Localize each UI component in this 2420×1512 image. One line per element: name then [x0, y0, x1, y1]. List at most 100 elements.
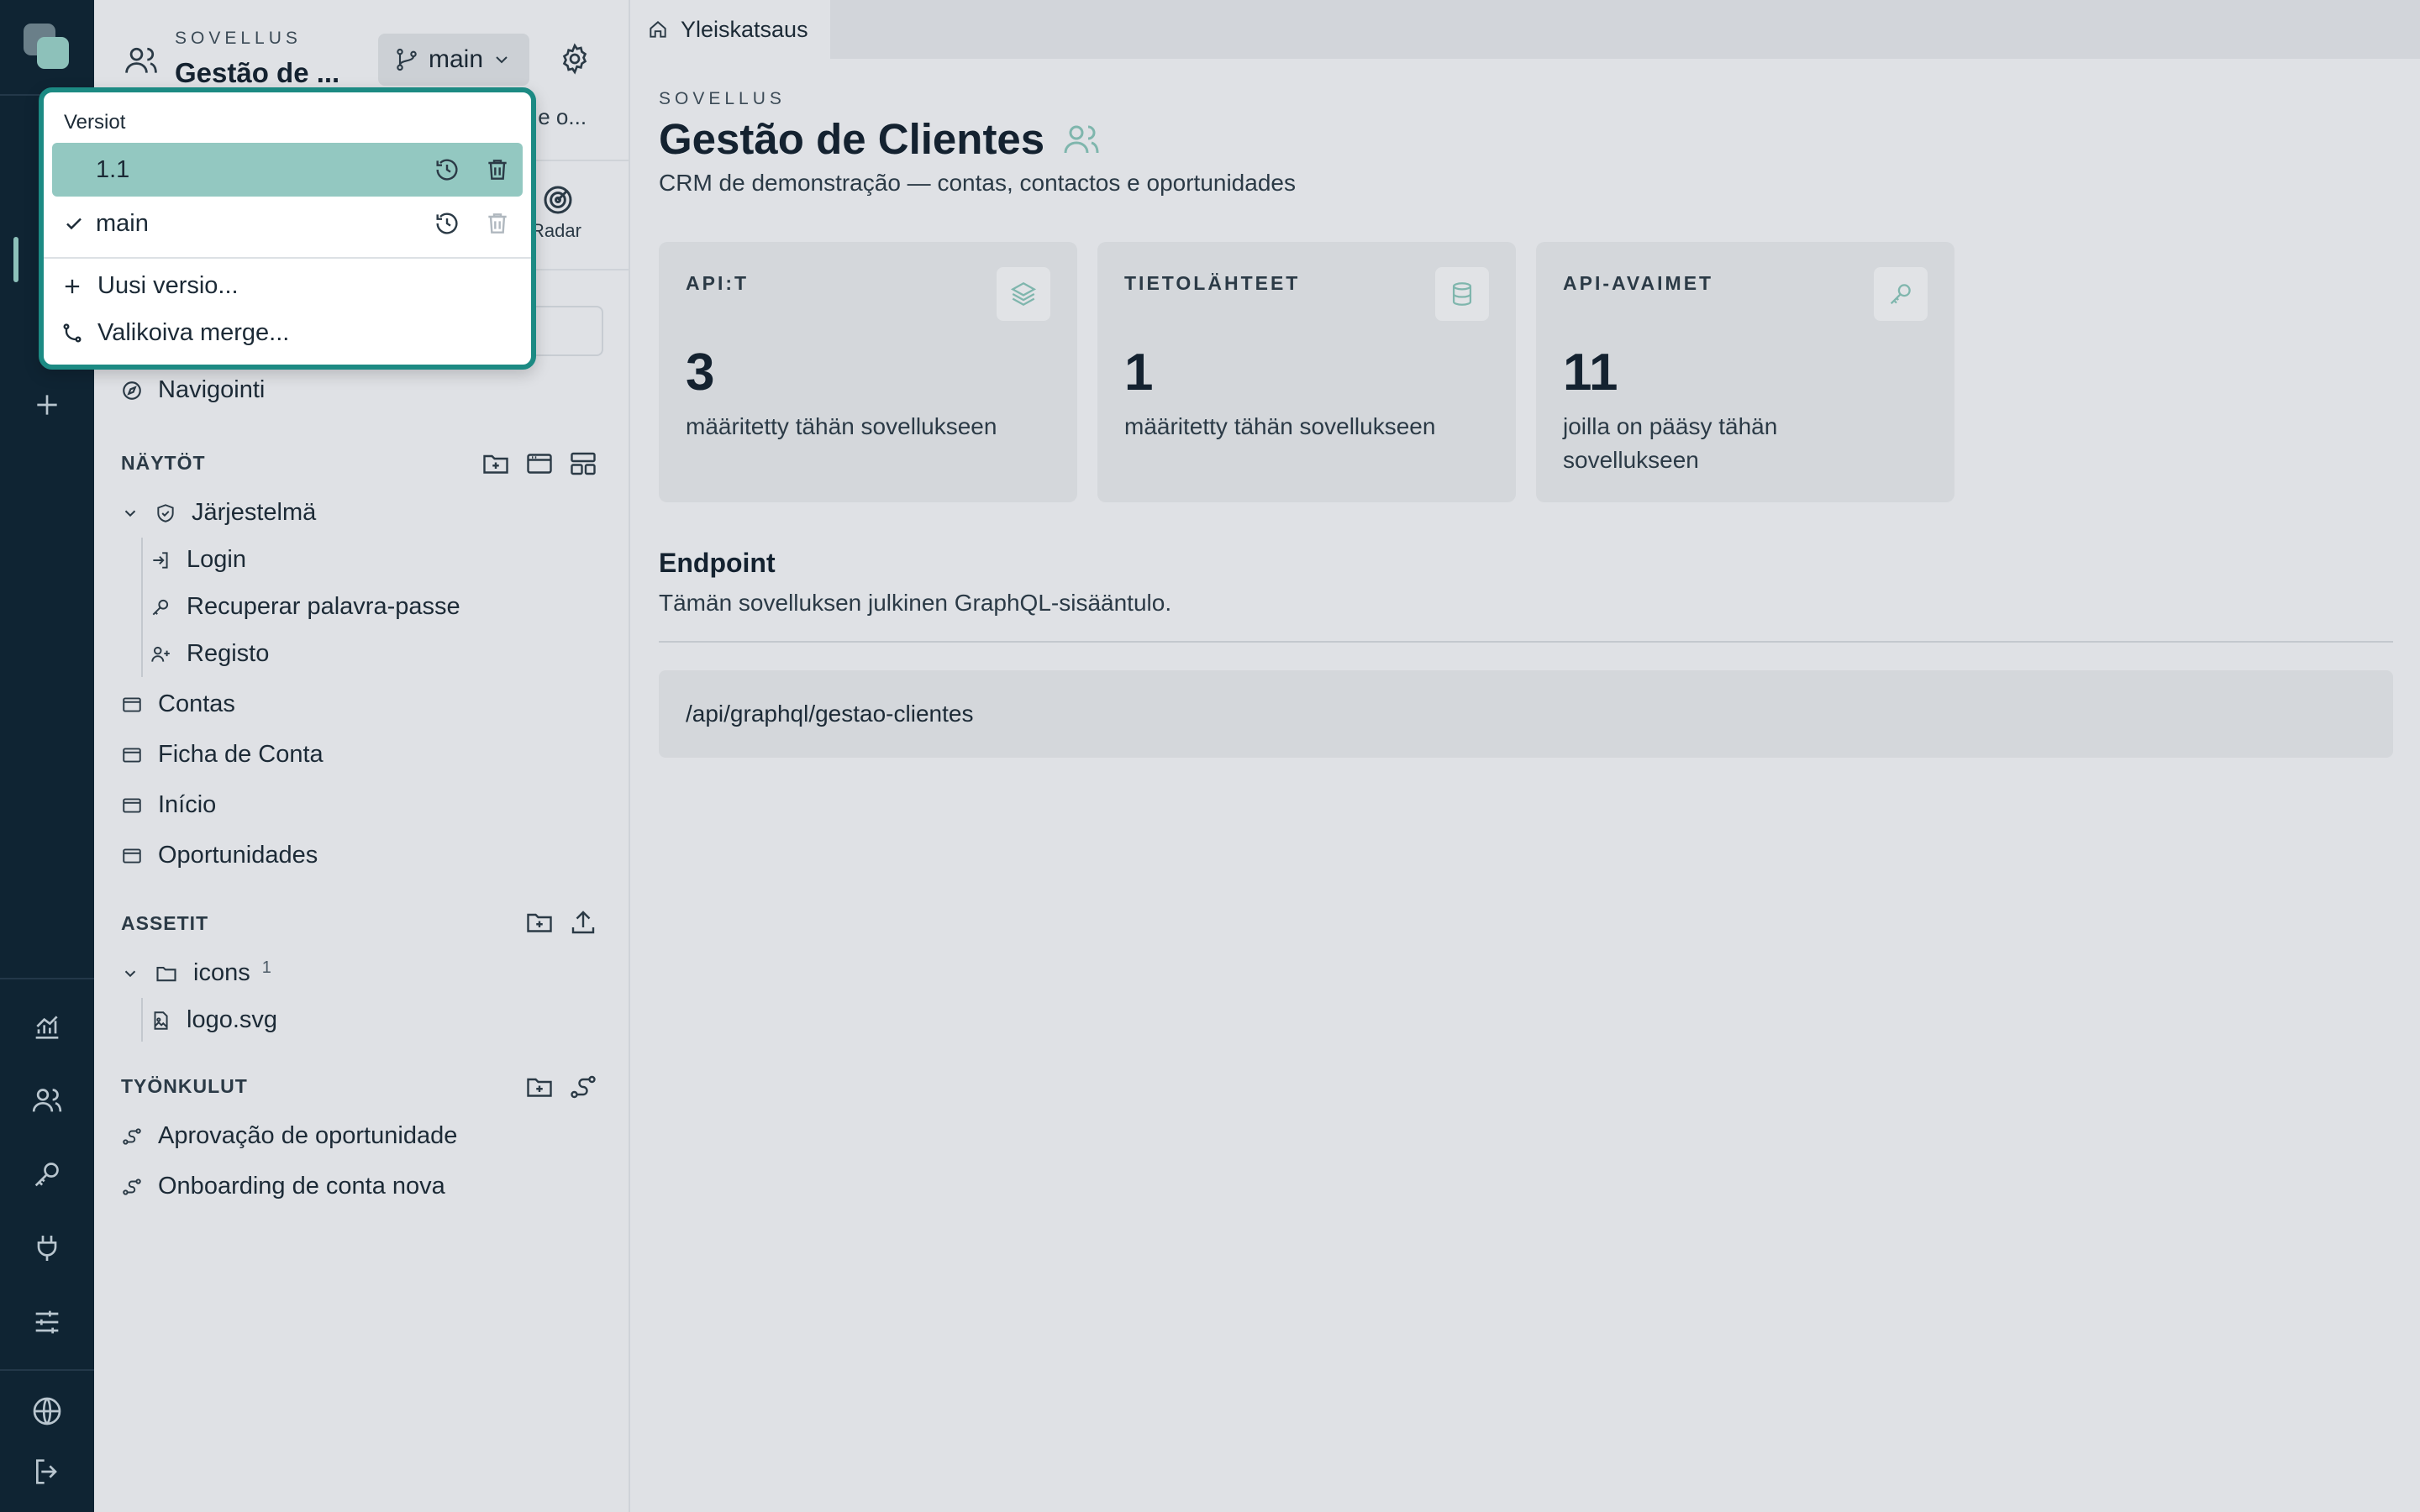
app-window-icon	[123, 848, 141, 864]
app-window-icon	[123, 797, 141, 813]
branch-selector-button[interactable]: main	[378, 34, 529, 86]
selective-merge-button[interactable]: Valikoiva merge...	[60, 319, 289, 347]
endpoint-description: Tämän sovelluksen julkinen GraphQL-sisää…	[659, 590, 1172, 616]
folder-icon	[156, 966, 176, 981]
tree-guide-line	[141, 538, 143, 677]
users-icon[interactable]	[30, 1084, 64, 1117]
shield-check-icon	[157, 503, 174, 522]
tree-guide-line	[141, 998, 143, 1042]
page-overline: SOVELLUS	[659, 89, 786, 108]
stat-card-datasources[interactable]: TIETOLÄHTEET 1 määritetty tähän sovelluk…	[1097, 242, 1516, 502]
key-icon	[152, 599, 169, 615]
stat-card-apis[interactable]: API:T 3 määritetty tähän sovellukseen	[659, 242, 1077, 502]
users-icon	[1064, 125, 1099, 153]
chevron-down-icon	[124, 510, 136, 517]
chevron-down-icon	[124, 970, 136, 977]
view-item-registo[interactable]: Registo	[150, 640, 269, 668]
git-branch-icon	[397, 48, 417, 71]
app-users-icon	[123, 42, 160, 79]
app-window-icon	[123, 696, 141, 712]
page-title: Gestão de Clientes	[659, 114, 1102, 164]
check-icon	[66, 218, 82, 230]
radar-icon[interactable]	[541, 183, 575, 217]
card-value: 11	[1563, 344, 1618, 402]
view-item-login[interactable]: Login	[150, 546, 246, 574]
plus-icon	[65, 279, 80, 293]
version-item-1-1[interactable]: 1.1	[52, 143, 523, 197]
dropdown-divider	[44, 257, 531, 259]
workflow-icon	[123, 1178, 141, 1195]
view-item-oportunidades[interactable]: Oportunidades	[121, 842, 318, 869]
rail-divider	[0, 1369, 94, 1371]
card-subtext: joilla on pääsy tähän sovellukseen	[1563, 413, 1778, 473]
chevron-down-icon	[496, 56, 508, 64]
card-value: 3	[686, 344, 715, 402]
card-value: 1	[1124, 344, 1154, 402]
endpoint-title: Endpoint	[659, 548, 776, 578]
new-folder-icon[interactable]	[524, 907, 555, 937]
sidebar-app-title: Gestão de ...	[175, 57, 340, 88]
trash-icon[interactable]	[484, 156, 511, 183]
workflows-section-heading: TYÖNKULUT	[121, 1075, 248, 1097]
view-item-contas[interactable]: Contas	[121, 690, 235, 718]
home-icon	[650, 21, 666, 38]
tab-bar: Yleiskatsaus	[632, 0, 2420, 59]
tree-group-jarjestelma[interactable]: Järjestelmä	[121, 499, 316, 527]
layers-icon	[997, 267, 1050, 321]
rail-divider	[0, 978, 94, 979]
radar-label[interactable]: Radar	[531, 220, 581, 242]
globe-icon[interactable]	[30, 1394, 64, 1428]
layout-template-icon[interactable]	[568, 449, 598, 479]
card-label: TIETOLÄHTEET	[1124, 272, 1301, 294]
trash-icon	[484, 210, 511, 237]
new-view-icon[interactable]	[524, 449, 555, 479]
file-image-icon	[154, 1011, 168, 1030]
card-label: API:T	[686, 272, 750, 294]
branch-label: main	[429, 45, 484, 73]
view-item-ficha-de-conta[interactable]: Ficha de Conta	[121, 741, 324, 769]
app-window-icon	[123, 747, 141, 763]
settings-gear-icon[interactable]	[558, 42, 592, 76]
page-description: CRM de demonstração — contas, contactos …	[659, 170, 1296, 196]
tab-overview[interactable]: Yleiskatsaus	[632, 0, 830, 59]
folder-count-badge: 1	[261, 958, 271, 977]
upload-icon[interactable]	[568, 907, 598, 937]
history-icon[interactable]	[434, 156, 460, 183]
endpoint-divider	[659, 641, 2393, 643]
key-icon	[1874, 267, 1928, 321]
history-icon[interactable]	[434, 210, 460, 237]
plug-icon[interactable]	[30, 1231, 64, 1265]
version-item-main[interactable]: main	[52, 197, 523, 250]
nav-navigation[interactable]: Navigointi	[121, 376, 265, 404]
user-plus-icon	[151, 646, 170, 662]
new-version-button[interactable]: Uusi versio...	[60, 272, 239, 300]
versions-heading: Versiot	[64, 111, 126, 134]
asset-file-logo[interactable]: logo.svg	[150, 1006, 277, 1034]
sidebar-overline: SOVELLUS	[175, 29, 302, 48]
card-subtext: määritetty tähän sovellukseen	[686, 413, 997, 439]
analytics-icon[interactable]	[30, 1010, 64, 1043]
versions-dropdown: Versiot 1.1 main Uusi versio... Valikoiv…	[39, 87, 536, 370]
workflow-item-aprovacao[interactable]: Aprovação de oportunidade	[121, 1122, 457, 1150]
new-folder-icon[interactable]	[481, 449, 511, 479]
endpoint-path[interactable]: /api/graphql/gestao-clientes	[659, 670, 2393, 758]
view-item-recuperar[interactable]: Recuperar palavra-passe	[150, 593, 460, 621]
main-content: Yleiskatsaus SOVELLUS Gestão de Clientes…	[632, 0, 2420, 1512]
app-logo[interactable]	[24, 24, 71, 71]
card-label: API-AVAIMET	[1563, 272, 1714, 294]
new-folder-icon[interactable]	[524, 1072, 555, 1102]
sidebar-divider	[529, 269, 629, 270]
database-icon	[1435, 267, 1489, 321]
workflow-item-onboarding[interactable]: Onboarding de conta nova	[121, 1173, 445, 1200]
logout-icon[interactable]	[30, 1455, 64, 1488]
view-item-inicio[interactable]: Início	[121, 791, 216, 819]
asset-folder-icons[interactable]: icons 1	[121, 958, 271, 987]
sliders-icon[interactable]	[30, 1305, 64, 1339]
views-section-heading: NÄYTÖT	[121, 452, 206, 474]
compass-icon	[123, 381, 141, 400]
workflow-icon	[123, 1127, 141, 1145]
workflow-icon[interactable]	[568, 1072, 598, 1102]
stat-card-api-keys[interactable]: API-AVAIMET 11 joilla on pääsy tähän sov…	[1536, 242, 1954, 502]
key-icon[interactable]	[30, 1158, 64, 1191]
add-app-icon[interactable]	[30, 388, 64, 422]
